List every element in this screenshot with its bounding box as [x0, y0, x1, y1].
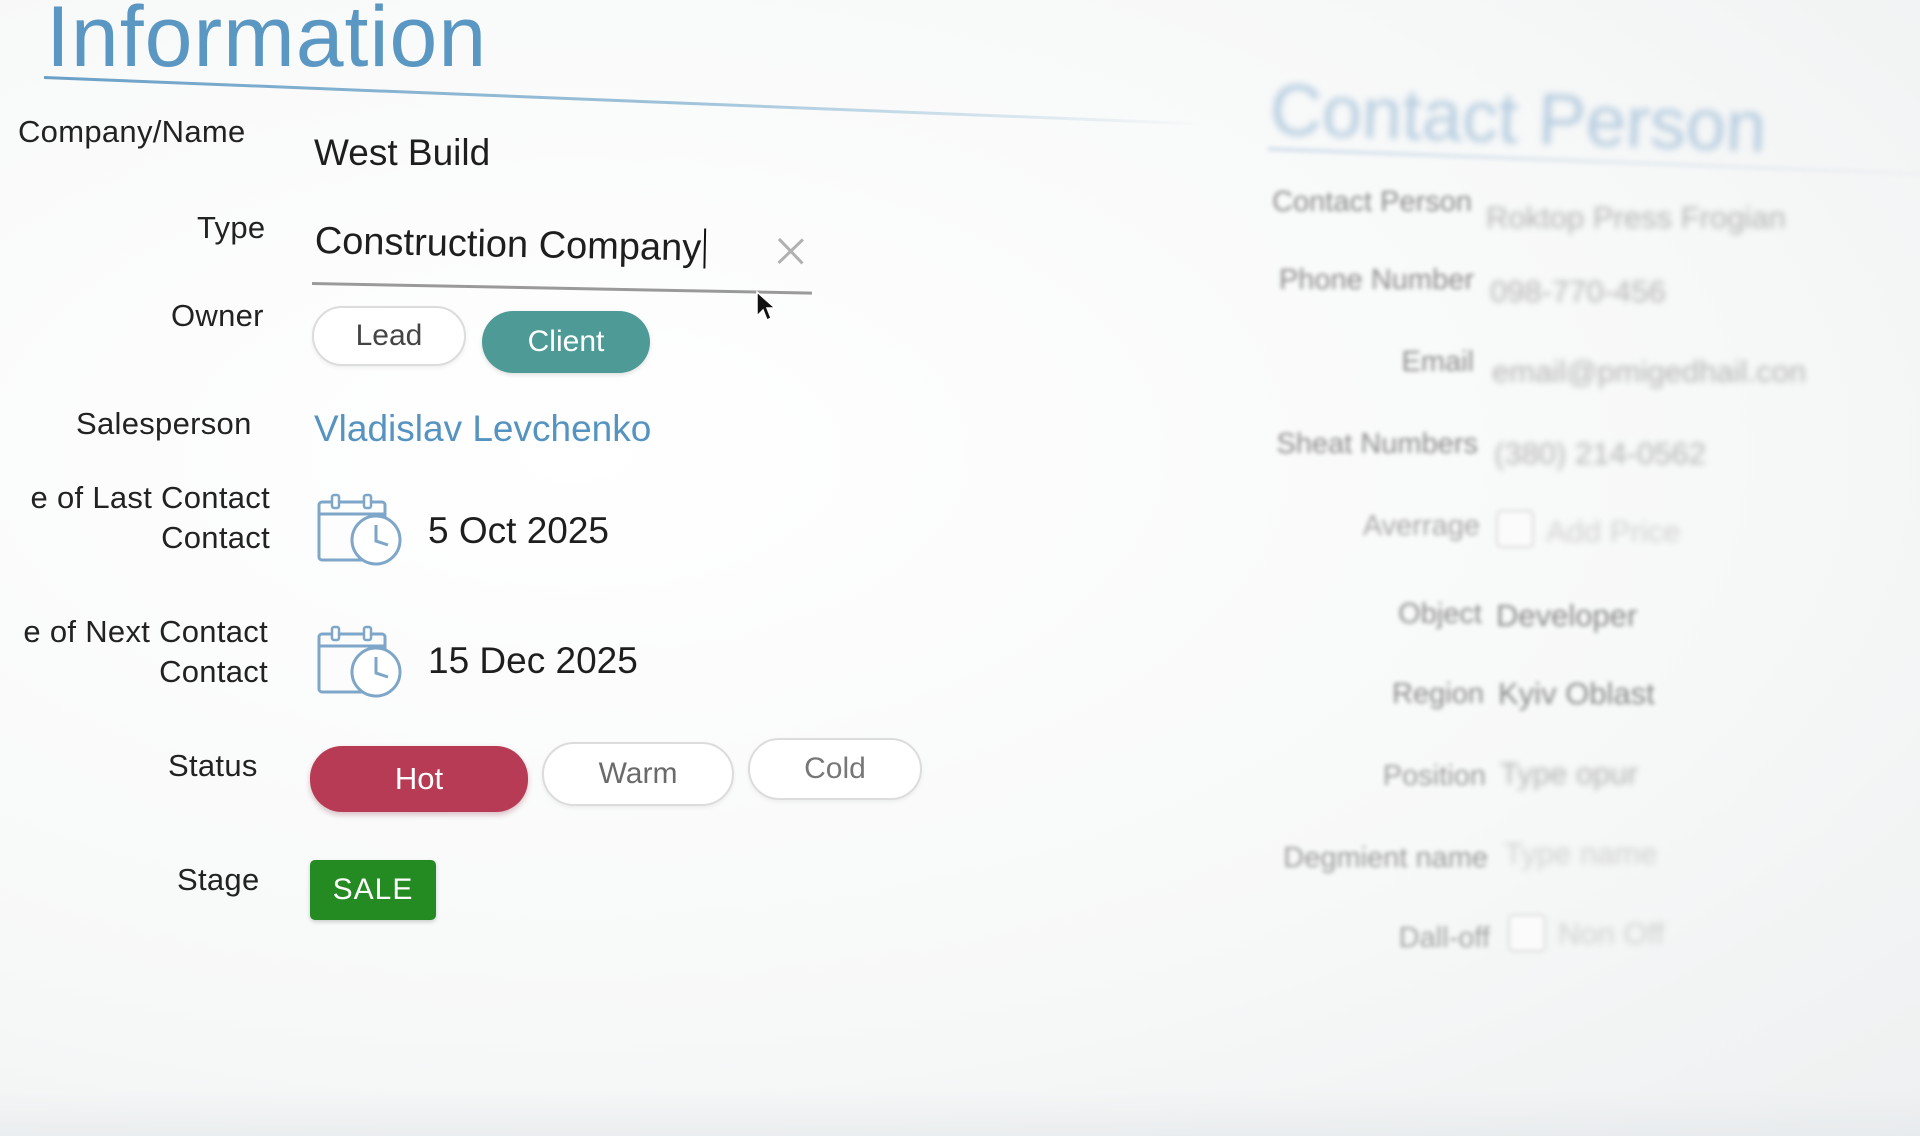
averrage-checkbox[interactable] — [1496, 510, 1534, 548]
phone-number-label: Phone Number — [1278, 264, 1474, 296]
object-label: Object — [1398, 598, 1482, 630]
section-title: Information — [46, 0, 488, 85]
last-contact-label: e of Last Contact Contact — [0, 478, 270, 558]
region-label: Region — [1392, 678, 1484, 710]
degmient-name-value[interactable]: Type name — [1504, 836, 1657, 872]
salesperson-label: Salesperson — [76, 406, 252, 441]
averrage-label: Averrage — [1362, 510, 1480, 542]
status-option-hot[interactable]: Hot — [310, 746, 528, 812]
owner-label: Owner — [171, 298, 264, 333]
object-value[interactable]: Developer — [1496, 598, 1637, 634]
calendar-clock-icon[interactable] — [316, 492, 408, 566]
status-option-cold[interactable]: Cold — [748, 738, 922, 800]
next-contact-label-line1: e of Next Contact — [23, 614, 268, 649]
averrage-value: Add Price — [1546, 514, 1681, 549]
contact-person-panel: Contact Person Contact Person Roktop Pre… — [1240, 0, 1920, 1136]
position-value[interactable]: Type opur — [1500, 756, 1638, 792]
email-value[interactable]: email@pmigedhail.con — [1492, 354, 1806, 390]
next-contact-date[interactable]: 15 Dec 2025 — [428, 640, 638, 682]
type-input-value: Construction Company — [314, 220, 702, 270]
status-label: Status — [168, 748, 258, 783]
type-input-text: Construction Company — [314, 220, 706, 270]
company-label: Company/Name — [18, 114, 246, 149]
degmient-name-label: Degmient name — [1283, 842, 1488, 874]
salesperson-link[interactable]: Vladislav Levchenko — [314, 408, 651, 450]
contact-person-value[interactable]: Roktop Press Frogian — [1486, 200, 1786, 236]
email-label: Email — [1401, 346, 1474, 378]
contact-person-label: Contact Person — [1272, 186, 1472, 218]
contact-panel-title: Contact Person — [1268, 70, 1768, 168]
mouse-pointer-icon — [756, 290, 777, 322]
sheat-numbers-value[interactable]: (380) 214-0562 — [1494, 436, 1706, 472]
status-option-warm[interactable]: Warm — [542, 742, 734, 806]
phone-number-value[interactable]: 098-770-456 — [1490, 274, 1666, 310]
next-contact-label-line2: Contact — [159, 654, 268, 689]
text-caret — [702, 228, 706, 269]
region-value[interactable]: Kyiv Oblast — [1498, 676, 1655, 712]
stage-label: Stage — [177, 862, 260, 897]
stage-badge[interactable]: SALE — [310, 860, 436, 920]
sheat-numbers-label: Sheat Numbers — [1276, 428, 1479, 460]
position-label: Position — [1382, 760, 1486, 792]
last-contact-label-line1: e of Last Contact — [30, 480, 270, 515]
close-icon[interactable] — [772, 233, 809, 270]
last-contact-label-line2: Contact — [161, 520, 270, 555]
dall-off-checkbox[interactable] — [1508, 914, 1546, 952]
crm-record-screen: Information Company/Name West Build Type… — [0, 0, 1920, 1136]
next-contact-label: e of Next Contact Contact — [0, 612, 268, 692]
company-value[interactable]: West Build — [314, 132, 490, 174]
last-contact-date[interactable]: 5 Oct 2025 — [428, 510, 609, 552]
bottom-edge-shadow — [0, 1090, 1920, 1136]
calendar-clock-icon[interactable] — [316, 624, 408, 698]
owner-option-client[interactable]: Client — [482, 311, 650, 373]
dall-off-label: Dall-off — [1398, 922, 1490, 954]
owner-option-lead[interactable]: Lead — [312, 306, 466, 366]
dall-off-value: Non Off — [1558, 916, 1665, 951]
type-label: Type — [197, 210, 266, 245]
type-input[interactable]: Construction Company — [312, 210, 814, 295]
